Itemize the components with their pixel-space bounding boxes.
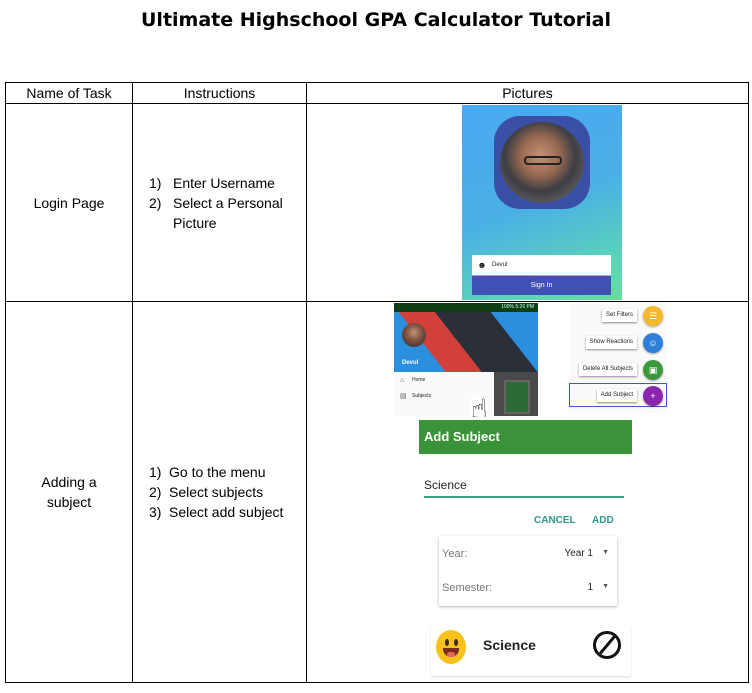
grinning-emoji-icon [436, 630, 466, 664]
username-value: Devul [492, 262, 508, 268]
subject-name-input[interactable]: Science [424, 478, 624, 498]
dialog-title: Add Subject [419, 420, 632, 454]
subjects-icon: ▤ [400, 393, 407, 400]
drawer-screenshot: 100% 5:26 PM Devul ⌂ Home ▤ Subjects [394, 303, 538, 416]
instructions-cell-add-subject: 1) Go to the menu 2) Select subjects 3) … [132, 301, 307, 683]
background-content [494, 372, 538, 416]
task-cell-add-subject: Adding a subject [5, 301, 133, 683]
drawer-username: Devul [402, 360, 419, 366]
document-title: Ultimate Highschool GPA Calculator Tutor… [141, 9, 611, 31]
header-task: Name of Task [5, 82, 133, 104]
task-cell-login: Login Page [5, 103, 133, 302]
table-header-row: Name of Task Instructions Pictures [5, 82, 749, 104]
avatar [402, 323, 426, 347]
task-name-line2: subject [46, 494, 92, 510]
fab-row-add-subject[interactable]: Add Subject + [569, 385, 667, 407]
list-item: 1) Go to the menu [149, 462, 306, 482]
pictures-cell-login: ☻ Devul Sign In [306, 103, 749, 302]
year-select[interactable]: Year: Year 1 ▼ [439, 545, 617, 565]
username-field[interactable]: ☻ Devul [472, 255, 611, 275]
glasses-detail [524, 156, 562, 165]
fab-label: Show Reactions [585, 336, 637, 349]
trash-icon[interactable]: ▣ [643, 360, 663, 380]
fab-menu-screenshot: Set Filters ☰ Show Reactions ☺ Delete Al… [569, 303, 667, 413]
semester-value: 1 [587, 582, 593, 593]
semester-select[interactable]: Semester: 1 ▼ [439, 579, 617, 599]
add-subject-screenshot: Add Subject Science CANCEL ADD Year: Yea… [419, 417, 632, 679]
person-icon: ☻ [477, 260, 487, 270]
semester-label: Semester: [442, 582, 493, 594]
year-label: Year: [442, 548, 468, 560]
table-row: Login Page 1) Enter Username 2) Select a… [5, 103, 749, 302]
list-item: Picture [149, 213, 306, 233]
header-pictures: Pictures [306, 82, 749, 104]
task-name-line1: Adding a [41, 474, 97, 490]
step-number: 2) [149, 484, 162, 500]
step-number: 1) [149, 464, 162, 480]
subject-name: Science [483, 637, 536, 653]
table-row: Adding a subject 1) Go to the menu 2) Se… [5, 301, 749, 683]
drawer-item-label: Home [412, 377, 426, 383]
step-text: Go to the menu [169, 464, 266, 480]
emoji-eye [445, 639, 449, 646]
step-number: 2) [149, 194, 162, 211]
list-item: 2) Select subjects [149, 482, 306, 502]
header-instructions: Instructions [132, 82, 307, 104]
smiley-icon[interactable]: ☺ [643, 333, 663, 353]
login-screenshot: ☻ Devul Sign In [462, 105, 622, 300]
emoji-mouth [443, 648, 459, 657]
step-text: Select a Personal [173, 194, 283, 211]
list-item: 1) Enter Username [149, 173, 306, 193]
step-text: Select subjects [169, 484, 264, 500]
year-value: Year 1 [564, 548, 593, 559]
fab-row-delete-all[interactable]: Delete All Subjects ▣ [569, 359, 667, 381]
status-bar: 100% 5:26 PM [394, 303, 538, 312]
step-text: Select add subject [169, 504, 284, 520]
fab-row-show-reactions[interactable]: Show Reactions ☺ [569, 332, 667, 354]
fab-label: Delete All Subjects [578, 363, 637, 376]
avatar [494, 116, 590, 209]
emoji-eye [454, 639, 458, 646]
drawer-header: Devul [394, 312, 538, 372]
step-text: Enter Username [173, 174, 275, 191]
home-icon: ⌂ [400, 376, 405, 384]
chevron-down-icon: ▼ [602, 583, 609, 590]
fab-label: Add Subject [596, 389, 637, 402]
plus-icon[interactable]: + [643, 386, 663, 406]
add-button[interactable]: ADD [592, 515, 614, 526]
drawer-item-label: Subjects [412, 393, 432, 399]
profile-photo [500, 122, 584, 203]
steps-list: 1) Go to the menu 2) Select subjects 3) … [149, 462, 306, 522]
step-number [149, 213, 173, 233]
drawer-item-home[interactable]: ⌂ Home [394, 372, 494, 388]
chevron-down-icon: ▼ [602, 549, 609, 556]
tutorial-table: Name of Task Instructions Pictures Login… [5, 82, 749, 683]
task-name: Login Page [33, 194, 105, 211]
list-item: 2) Select a Personal [149, 193, 306, 213]
background-card [504, 380, 530, 414]
options-card: Year: Year 1 ▼ Semester: 1 ▼ [439, 536, 617, 606]
sign-in-button[interactable]: Sign In [472, 276, 611, 295]
filter-icon[interactable]: ☰ [643, 306, 663, 326]
instructions-cell-login: 1) Enter Username 2) Select a Personal P… [132, 103, 307, 302]
cancel-button[interactable]: CANCEL [534, 515, 576, 526]
fab-row-set-filters[interactable]: Set Filters ☰ [569, 305, 667, 327]
list-item: 3) Select add subject [149, 502, 306, 522]
step-text: Picture [173, 214, 217, 231]
steps-list: 1) Enter Username 2) Select a Personal P… [149, 173, 306, 233]
pictures-cell-add-subject: 100% 5:26 PM Devul ⌂ Home ▤ Subjects ☝ S… [306, 301, 749, 683]
emoji-tongue [447, 652, 455, 657]
step-number: 1) [149, 174, 162, 191]
subject-card[interactable]: Science [431, 626, 631, 676]
prohibited-icon[interactable] [593, 631, 621, 659]
step-number: 3) [149, 504, 162, 520]
fab-label: Set Filters [601, 309, 637, 322]
